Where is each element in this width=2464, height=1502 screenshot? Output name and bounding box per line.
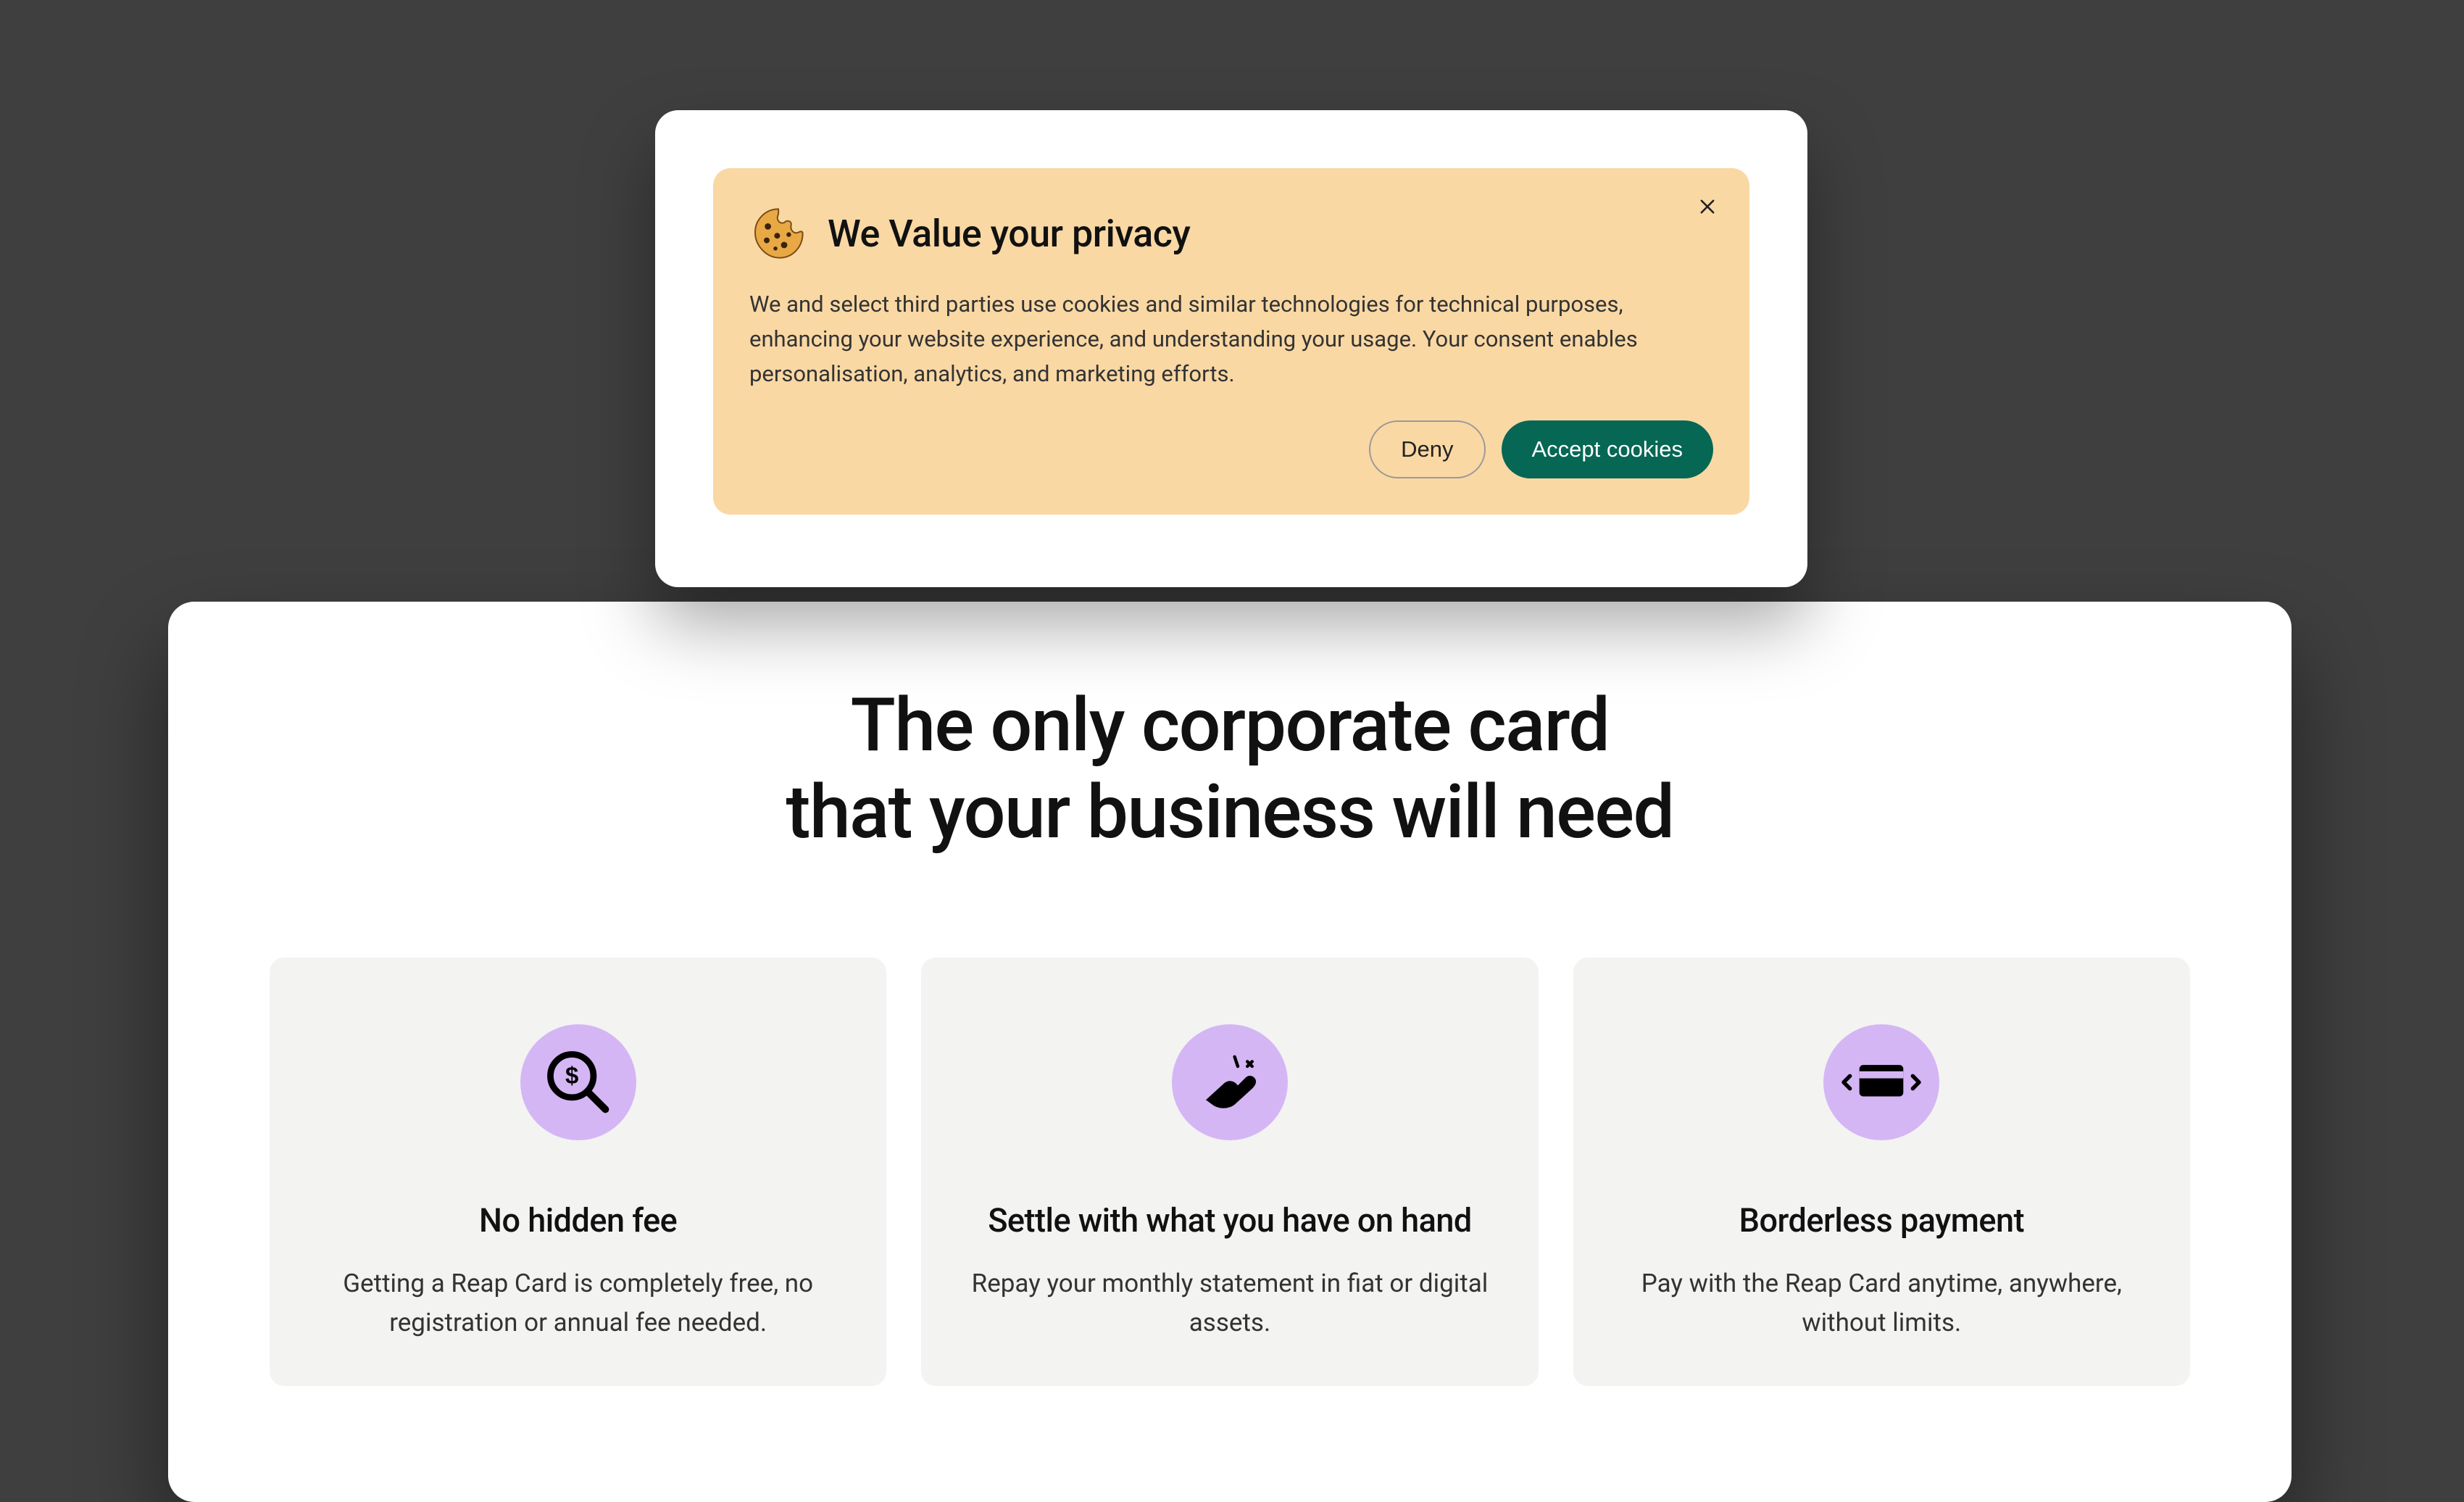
cookie-body-text: We and select third parties use cookies … [749,287,1691,391]
feature-desc: Pay with the Reap Card anytime, anywhere… [1610,1264,2154,1343]
hero-line-1: The only corporate card [851,681,1610,768]
snap-fingers-icon [1172,1024,1288,1140]
close-button[interactable] [1691,191,1723,223]
cookie-title: We Value your privacy [828,212,1190,256]
hero-title: The only corporate card that your busine… [270,681,2190,856]
feature-title: Borderless payment [1610,1201,2154,1240]
features-row: $ No hidden fee Getting a Reap Card is c… [270,958,2190,1387]
feature-card-borderless: Borderless payment Pay with the Reap Car… [1573,958,2190,1387]
feature-title: Settle with what you have on hand [957,1201,1502,1240]
feature-desc: Repay your monthly statement in fiat or … [957,1264,1502,1343]
deny-button[interactable]: Deny [1369,420,1485,478]
svg-text:$: $ [565,1062,578,1089]
feature-title: No hidden fee [306,1201,850,1240]
hero-line-2: that your business will need [786,768,1673,855]
accept-cookies-button[interactable]: Accept cookies [1502,420,1714,478]
cookie-actions: Deny Accept cookies [749,420,1713,478]
close-icon [1697,196,1718,219]
cookie-modal: We Value your privacy We and select thir… [655,110,1807,587]
feature-desc: Getting a Reap Card is completely free, … [306,1264,850,1343]
cookie-header: We Value your privacy [749,204,1713,262]
card-arrows-icon [1823,1024,1939,1140]
cookie-banner: We Value your privacy We and select thir… [713,168,1749,515]
feature-card-settle: Settle with what you have on hand Repay … [921,958,1538,1387]
cookie-icon [749,204,807,262]
dollar-magnify-icon: $ [520,1024,636,1140]
feature-card-no-hidden-fee: $ No hidden fee Getting a Reap Card is c… [270,958,886,1387]
content-panel: The only corporate card that your busine… [168,602,2292,1502]
